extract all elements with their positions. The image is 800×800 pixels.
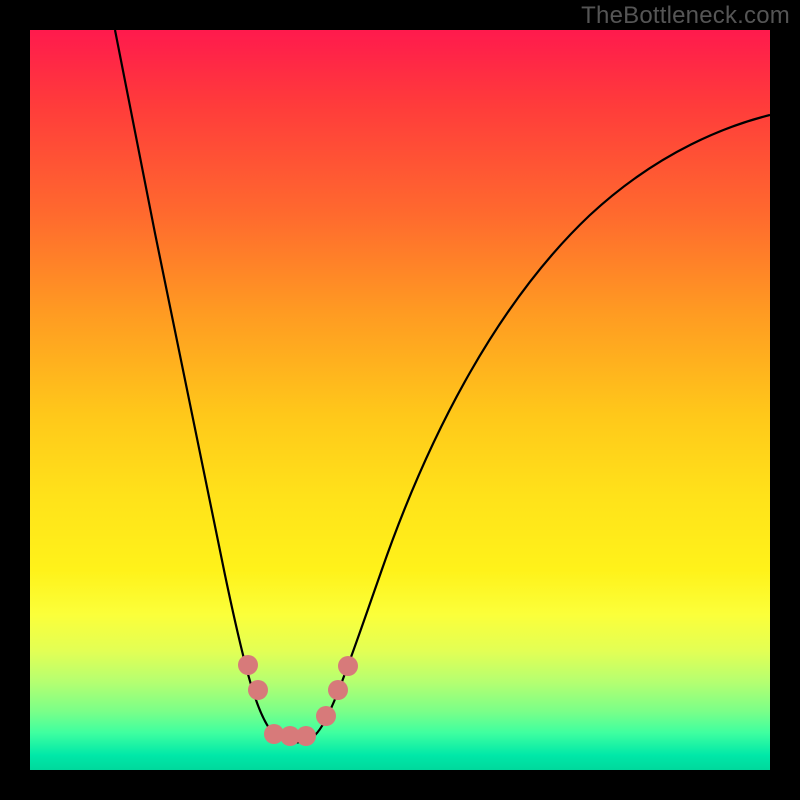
watermark-text: TheBottleneck.com xyxy=(581,2,790,30)
curve-svg xyxy=(30,30,770,770)
marker-dot xyxy=(328,680,348,700)
bottleneck-curve-path xyxy=(115,30,770,743)
marker-dot xyxy=(238,655,258,675)
bottleneck-chart xyxy=(30,30,770,770)
marker-dot xyxy=(338,656,358,676)
marker-dot xyxy=(248,680,268,700)
marker-dot xyxy=(296,726,316,746)
marker-dot xyxy=(316,706,336,726)
